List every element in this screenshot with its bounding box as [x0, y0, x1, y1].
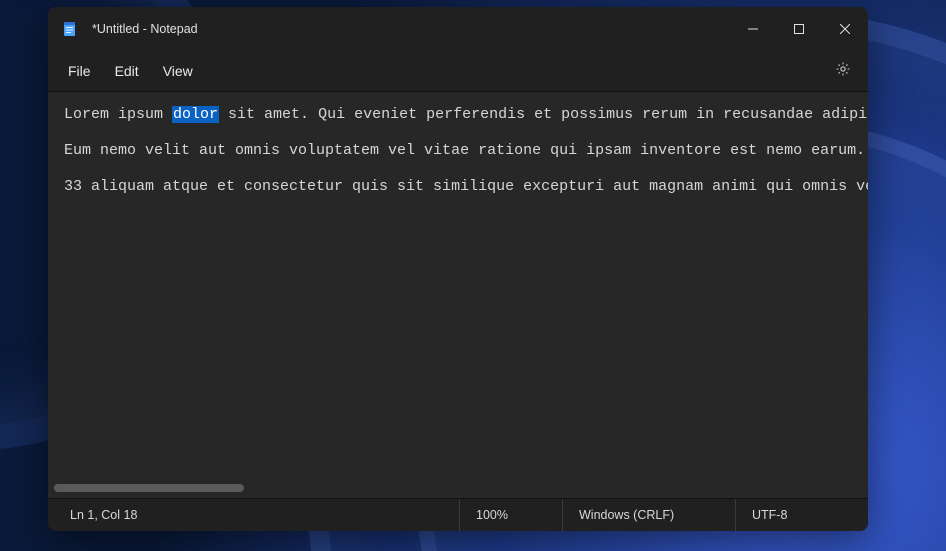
status-zoom[interactable]: 100% [459, 499, 562, 531]
notepad-window: *Untitled - Notepad File Edit View [48, 7, 868, 531]
editor-line[interactable]: 33 aliquam atque et consectetur quis sit… [64, 178, 852, 196]
close-button[interactable] [822, 7, 868, 51]
title-bar[interactable]: *Untitled - Notepad [48, 7, 868, 51]
settings-button[interactable] [826, 54, 860, 88]
notepad-app-icon [62, 21, 78, 37]
editor-area: Lorem ipsum dolor sit amet. Qui eveniet … [48, 92, 868, 498]
menu-edit[interactable]: Edit [103, 57, 151, 85]
text-selection[interactable]: dolor [172, 106, 219, 123]
status-bar: Ln 1, Col 18 100% Windows (CRLF) UTF-8 [48, 498, 868, 531]
status-encoding[interactable]: UTF-8 [735, 499, 868, 531]
maximize-button[interactable] [776, 7, 822, 51]
minimize-button[interactable] [730, 7, 776, 51]
window-title: *Untitled - Notepad [92, 22, 730, 36]
text-editor[interactable]: Lorem ipsum dolor sit amet. Qui eveniet … [48, 92, 868, 498]
editor-line[interactable]: Eum nemo velit aut omnis voluptatem vel … [64, 142, 852, 160]
window-controls [730, 7, 868, 51]
menu-file[interactable]: File [56, 57, 103, 85]
gear-icon [835, 61, 851, 82]
status-cursor-position: Ln 1, Col 18 [48, 499, 153, 531]
horizontal-scrollbar-thumb[interactable] [54, 484, 244, 492]
horizontal-scrollbar[interactable] [54, 484, 854, 492]
status-line-ending[interactable]: Windows (CRLF) [562, 499, 735, 531]
menu-view[interactable]: View [151, 57, 205, 85]
menu-bar: File Edit View [48, 51, 868, 92]
editor-line[interactable]: Lorem ipsum dolor sit amet. Qui eveniet … [64, 106, 852, 124]
